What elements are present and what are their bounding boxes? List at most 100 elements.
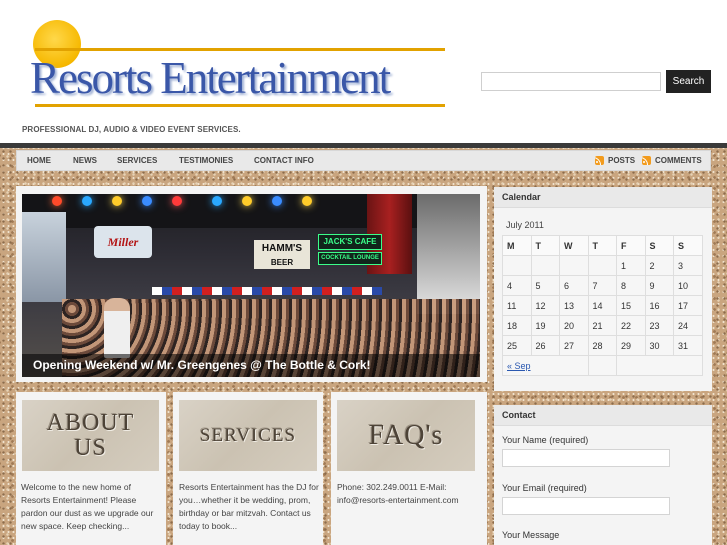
email-label: Your Email (required) [502,483,587,493]
feature-caption[interactable]: Opening Weekend w/ Mr. Greengenes @ The … [22,354,480,377]
calendar-day [502,255,532,276]
email-field[interactable] [502,497,670,515]
faqs-image[interactable]: FAQ's [337,400,475,471]
calendar-day: 22 [616,315,646,336]
calendar-day: 17 [673,295,703,316]
calendar-day: 31 [673,335,703,356]
calendar-day: 3 [673,255,703,276]
calendar-day: 1 [616,255,646,276]
calendar-week-row: 1 2 3 [502,255,703,276]
calendar-day: 2 [644,255,674,276]
calendar-widget: Calendar July 2011 M T W T F S S 1 2 3 4… [494,187,712,391]
calendar-day: 10 [673,275,703,296]
performer [104,298,130,358]
calendar-week-row: 18 19 20 21 22 23 24 [502,315,703,336]
calendar-day: 18 [502,315,532,336]
calendar-prev-link[interactable]: « Sep [502,355,589,376]
services-excerpt: Resorts Entertainment has the DJ for you… [179,482,319,531]
nav-item-services[interactable]: SERVICES [117,151,157,170]
calendar-day: 9 [644,275,674,296]
main-navigation: HOME NEWS SERVICES TESTIMONIES CONTACT I… [16,150,711,171]
weekday-header: S [673,235,703,256]
calendar-day: 5 [530,275,560,296]
stage-light-icon [142,196,152,206]
calendar-day [559,255,589,276]
calendar-caption: July 2011 [506,220,544,230]
rss-posts-icon[interactable] [595,156,604,165]
logo-text: Resorts Entertainment [30,53,391,103]
calendar-day: 11 [502,295,532,316]
calendar-day: 14 [587,295,617,316]
stage-light-icon [82,196,92,206]
calendar-day: 23 [644,315,674,336]
calendar-day: 26 [530,335,560,356]
about-us-excerpt: Welcome to the new home of Resorts Enter… [21,482,154,531]
weekday-header: S [644,235,674,256]
nav-item-news[interactable]: NEWS [73,151,97,170]
name-label: Your Name (required) [502,435,589,445]
calendar-day: 4 [502,275,532,296]
search-input[interactable] [481,72,661,91]
stage-light-icon [172,196,182,206]
flag-banner [152,287,382,295]
nav-item-testimonies[interactable]: TESTIMONIES [179,151,233,170]
nav-item-contact-info[interactable]: CONTACT INFO [254,151,314,170]
contact-title: Contact [494,405,712,426]
site-header: Resorts Entertainment Search PROFESSIONA… [0,0,727,146]
search-button[interactable]: Search [666,70,711,93]
name-field[interactable] [502,449,670,467]
stage-light-icon [302,196,312,206]
about-us-image-text: ABOUT [46,409,135,436]
site-logo[interactable]: Resorts Entertainment [30,18,450,113]
calendar-week-row: 25 26 27 28 29 30 31 [502,335,703,356]
weekday-header: T [587,235,617,256]
faqs-excerpt: Phone: 302.249.0011 E-Mail: info@resorts… [337,482,459,505]
miller-sign: Miller [94,226,152,258]
weekday-header: W [559,235,589,256]
about-us-image[interactable]: ABOUT US [22,400,159,471]
services-image[interactable]: SERVICES [179,400,317,471]
calendar-week-row: 4 5 6 7 8 9 10 [502,275,703,296]
stage-light-icon [112,196,122,206]
calendar-day: 6 [559,275,589,296]
stage-light-icon [272,196,282,206]
beer-sign: BEER [254,257,310,269]
weekday-header: F [616,235,646,256]
calendar-day: 7 [587,275,617,296]
stage-light-icon [242,196,252,206]
nav-item-home[interactable]: HOME [27,151,51,170]
calendar-weekday-row: M T W T F S S [502,235,703,256]
weekday-header: T [530,235,560,256]
feed-comments-link[interactable]: COMMENTS [655,151,702,170]
contact-widget: Contact Your Name (required) Your Email … [494,405,712,545]
stage-light-icon [212,196,222,206]
calendar-next-cell [616,355,703,376]
faqs-image-text: FAQ's [368,419,444,451]
calendar-day [530,255,560,276]
logo-rule-top [35,48,445,51]
message-label: Your Message [502,530,560,540]
rss-comments-icon[interactable] [642,156,651,165]
calendar-day: 12 [530,295,560,316]
window-light [417,194,480,314]
about-us-image-text-2: US [74,434,107,461]
calendar-table: M T W T F S S 1 2 3 4 5 6 7 8 9 10 11 12… [502,235,703,376]
calendar-day [587,255,617,276]
stage-light-icon [52,196,62,206]
calendar-pad [587,355,617,376]
calendar-day: 29 [616,335,646,356]
promo-faqs: FAQ's Phone: 302.249.0011 E-Mail: info@r… [331,392,487,545]
promo-about: ABOUT US Welcome to the new home of Reso… [16,392,166,545]
calendar-nav-row: « Sep [502,355,703,376]
cocktail-lounge-sign: COCKTAIL LOUNGE [318,252,382,265]
logo-rule-bottom [35,104,445,107]
calendar-day: 15 [616,295,646,316]
calendar-week-row: 11 12 13 14 15 16 17 [502,295,703,316]
calendar-day: 20 [559,315,589,336]
jacks-cafe-sign: JACK'S CAFE [318,234,382,250]
feed-posts-link[interactable]: POSTS [608,151,635,170]
calendar-day: 25 [502,335,532,356]
weekday-header: M [502,235,532,256]
hamms-sign: HAMM'S [254,240,310,257]
feature-photo[interactable]: Miller HAMM'S BEER JACK'S CAFE COCKTAIL … [22,194,480,377]
